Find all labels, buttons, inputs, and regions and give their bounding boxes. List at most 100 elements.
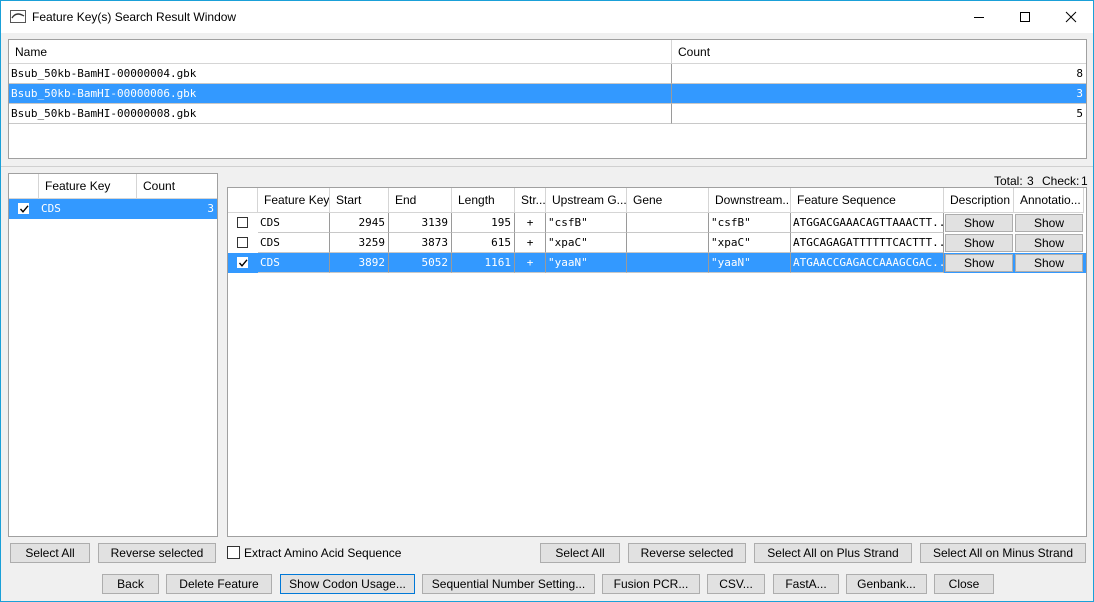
feature-downstream-cell: "csfB" <box>709 213 791 233</box>
delete-feature-button[interactable]: Delete Feature <box>166 574 272 594</box>
check-label: Check: <box>1042 174 1080 188</box>
feature-sequence-cell: ATGAACCGAGACCAAAGCGAC... <box>791 253 944 273</box>
table-row[interactable]: Bsub_50kb-BamHI-00000004.gbk 8 <box>9 64 1086 84</box>
extract-amino-acid-label[interactable]: Extract Amino Acid Sequence <box>244 546 401 560</box>
feature-select-all-button[interactable]: Select All <box>540 543 620 563</box>
feature-length-cell: 1161 <box>452 253 515 273</box>
split-divider[interactable] <box>1 166 1093 167</box>
title-bar[interactable]: Feature Key(s) Search Result Window <box>1 1 1093 33</box>
feature-downstream-cell: "xpaC" <box>709 233 791 253</box>
feature-row-checkbox[interactable] <box>237 257 248 268</box>
total-value: 3 <box>1027 174 1034 188</box>
files-header-count[interactable]: Count <box>672 40 1086 64</box>
table-row[interactable]: Bsub_50kb-BamHI-00000006.gbk 3 <box>9 84 1086 104</box>
feature-header-downstream[interactable]: Downstream... <box>709 188 791 213</box>
back-button[interactable]: Back <box>102 574 159 594</box>
feature-strand-cell: + <box>515 213 546 233</box>
feature-table: Feature Key Start End Length Str... Upstream … <box>227 187 1087 537</box>
feature-key-table: Feature Key Count CDS 3 <box>8 173 218 537</box>
feature-key-cell: CDS <box>258 233 330 253</box>
table-row[interactable]: CDS 3259 3873 615 + "xpaC" "xpaC" ATGCAGAGATTTT… <box>228 233 1086 253</box>
table-row[interactable]: CDS 2945 3139 195 + "csfB" "csfB" ATGGACGAAACAG… <box>228 213 1086 233</box>
feature-key-cell: CDS <box>258 253 330 273</box>
annotation-show-button[interactable]: Show <box>1015 254 1083 272</box>
feature-row-checkbox[interactable] <box>237 217 248 228</box>
key-header-check <box>9 174 39 199</box>
description-show-button[interactable]: Show <box>945 214 1013 232</box>
feature-header-length[interactable]: Length <box>452 188 515 213</box>
feature-start-cell: 2945 <box>330 213 389 233</box>
checkmark-icon <box>238 259 248 267</box>
feature-length-cell: 615 <box>452 233 515 253</box>
key-reverse-selected-button[interactable]: Reverse selected <box>98 543 216 563</box>
feature-header-gene[interactable]: Gene <box>627 188 709 213</box>
feature-gene-cell <box>627 233 709 253</box>
file-name-cell: Bsub_50kb-BamHI-00000008.gbk <box>9 104 672 124</box>
select-all-plus-strand-button[interactable]: Select All on Plus Strand <box>754 543 912 563</box>
minimize-button[interactable] <box>956 1 1002 33</box>
feature-header-upstream[interactable]: Upstream G... <box>546 188 627 213</box>
close-button[interactable]: Close <box>934 574 994 594</box>
feature-start-cell: 3259 <box>330 233 389 253</box>
file-name-cell: Bsub_50kb-BamHI-00000004.gbk <box>9 64 672 84</box>
close-icon <box>1065 11 1077 23</box>
table-row[interactable]: Bsub_50kb-BamHI-00000008.gbk 5 <box>9 104 1086 124</box>
fusion-pcr-button[interactable]: Fusion PCR... <box>602 574 700 594</box>
feature-header-sequence[interactable]: Feature Sequence <box>791 188 944 213</box>
files-header-name[interactable]: Name <box>9 40 672 64</box>
file-count-cell: 8 <box>672 64 1086 84</box>
feature-end-cell: 3873 <box>389 233 452 253</box>
feature-reverse-selected-button[interactable]: Reverse selected <box>628 543 746 563</box>
maximize-button[interactable] <box>1002 1 1048 33</box>
sequential-number-setting-button[interactable]: Sequential Number Setting... <box>422 574 595 594</box>
select-all-minus-strand-button[interactable]: Select All on Minus Strand <box>920 543 1086 563</box>
total-label: Total: <box>994 174 1023 188</box>
list-item[interactable]: CDS 3 <box>9 199 217 219</box>
close-window-button[interactable] <box>1048 1 1093 33</box>
table-row[interactable]: CDS 3892 5052 1161 + "yaaN" "yaaN" ATGAACCGAGAC… <box>228 253 1086 273</box>
feature-sequence-cell: ATGCAGAGATTTTTTCACTTT... <box>791 233 944 253</box>
feature-start-cell: 3892 <box>330 253 389 273</box>
show-codon-usage-button[interactable]: Show Codon Usage... <box>280 574 415 594</box>
feature-header-check <box>228 188 258 213</box>
checkmark-icon <box>19 205 29 213</box>
key-row-checkbox[interactable] <box>18 203 29 214</box>
extract-amino-acid-checkbox[interactable] <box>227 546 240 559</box>
feature-end-cell: 3139 <box>389 213 452 233</box>
search-result-window: Feature Key(s) Search Result Window Name… <box>0 0 1094 602</box>
feature-header-key[interactable]: Feature Key <box>258 188 330 213</box>
key-select-all-button[interactable]: Select All <box>10 543 90 563</box>
feature-upstream-cell: "csfB" <box>546 213 627 233</box>
feature-strand-cell: + <box>515 233 546 253</box>
file-name-cell: Bsub_50kb-BamHI-00000006.gbk <box>9 84 672 104</box>
annotation-show-button[interactable]: Show <box>1015 214 1083 232</box>
feature-header-end[interactable]: End <box>389 188 452 213</box>
bottom-action-bar: Back Delete Feature Show Codon Usage... … <box>1 569 1093 601</box>
feature-header-strand[interactable]: Str... <box>515 188 546 213</box>
feature-header-annotation[interactable]: Annotatio... <box>1014 188 1084 213</box>
app-icon <box>10 10 26 23</box>
feature-header-description[interactable]: Description <box>944 188 1014 213</box>
fasta-button[interactable]: FastA... <box>773 574 839 594</box>
csv-button[interactable]: CSV... <box>707 574 765 594</box>
feature-upstream-cell: "xpaC" <box>546 233 627 253</box>
feature-header-start[interactable]: Start <box>330 188 389 213</box>
files-table: Name Count Bsub_50kb-BamHI-00000004.gbk 8… <box>8 39 1087 159</box>
feature-row-checkbox[interactable] <box>237 237 248 248</box>
annotation-show-button[interactable]: Show <box>1015 234 1083 252</box>
description-show-button[interactable]: Show <box>945 234 1013 252</box>
feature-upstream-cell: "yaaN" <box>546 253 627 273</box>
genbank-button[interactable]: Genbank... <box>846 574 927 594</box>
feature-strand-cell: + <box>515 253 546 273</box>
feature-downstream-cell: "yaaN" <box>709 253 791 273</box>
description-show-button[interactable]: Show <box>945 254 1013 272</box>
feature-key-cell: CDS <box>258 213 330 233</box>
key-header-count[interactable]: Count <box>137 174 217 199</box>
key-header-key[interactable]: Feature Key <box>39 174 137 199</box>
feature-end-cell: 5052 <box>389 253 452 273</box>
feature-sequence-cell: ATGGACGAAACAGTTAAACTT... <box>791 213 944 233</box>
file-count-cell: 5 <box>672 104 1086 124</box>
feature-gene-cell <box>627 253 709 273</box>
feature-gene-cell <box>627 213 709 233</box>
check-value: 1 <box>1081 174 1088 188</box>
